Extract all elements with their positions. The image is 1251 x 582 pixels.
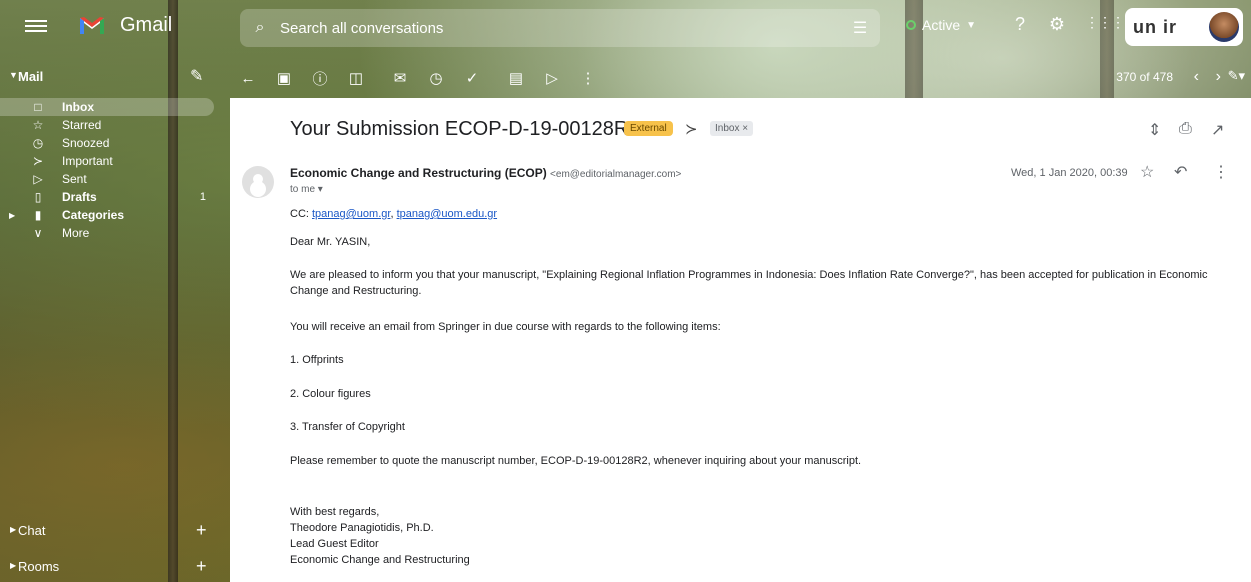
search-icon[interactable]: ⌕ — [240, 19, 280, 37]
sender-address: <em@editorialmanager.com> — [550, 169, 682, 180]
message-toolbar: ← ▣ ⓘ ◫ ✉ ◷ ✓ ▤ ▷ ⋮ 370 of 478 ‹ › ✎▾ — [230, 60, 1251, 96]
archive-icon[interactable]: ▣ — [266, 60, 302, 96]
help-icon[interactable]: ? — [1008, 14, 1032, 35]
apps-grid-icon[interactable]: ⋮⋮⋮ — [1085, 14, 1125, 31]
cc-line: CC: tpanag@uom.gr, tpanag@uom.edu.gr — [290, 208, 498, 220]
list-item: 2. Colour figures — [290, 388, 371, 400]
status-dropdown[interactable]: Active ▼ — [906, 17, 976, 33]
draft-icon: ▯ — [34, 190, 42, 204]
delete-icon[interactable]: ◫ — [338, 60, 374, 96]
add-task-icon[interactable]: ✓ — [454, 60, 490, 96]
avatar[interactable] — [1209, 12, 1239, 42]
caret-right-icon: ▶ — [9, 210, 16, 220]
status-dot-icon — [906, 20, 916, 30]
caret-down-icon: ▼ — [966, 19, 977, 31]
email-date: Wed, 1 Jan 2020, 00:39 — [1011, 167, 1128, 179]
message-view: Your Submission ECOP-D-19-00128R2 Extern… — [230, 98, 1251, 582]
body-paragraph: You will receive an email from Springer … — [290, 321, 721, 333]
status-label: Active — [922, 17, 961, 33]
cc-link[interactable]: tpanag@uom.gr — [312, 208, 390, 220]
top-bar: Gmail ⌕ ☰ Active ▼ ? ⚙ ⋮⋮⋮ un ir — [0, 0, 1251, 54]
sidebar-item-important[interactable]: ≻ Important — [0, 152, 228, 170]
list-item: 1. Offprints — [290, 354, 344, 366]
nav-list: □ Inbox ☆ Starred ◷ Snoozed ≻ Important … — [0, 98, 228, 242]
expand-all-icon[interactable]: ⇕ — [1148, 120, 1161, 140]
list-item: 3. Transfer of Copyright — [290, 421, 405, 433]
add-chat-icon[interactable]: + — [196, 520, 207, 541]
sidebar-item-inbox[interactable]: □ Inbox — [0, 98, 214, 116]
app-name: Gmail — [120, 14, 173, 36]
email-subject: Your Submission ECOP-D-19-00128R2 — [290, 118, 640, 140]
settings-gear-icon[interactable]: ⚙ — [1045, 14, 1069, 35]
sender-line: Economic Change and Restructuring (ECOP)… — [290, 166, 681, 180]
org-logo: un ir — [1133, 16, 1177, 37]
star-icon: ☆ — [32, 118, 44, 132]
label-as-icon[interactable]: ▷ — [534, 60, 570, 96]
drafts-count: 1 — [199, 191, 206, 203]
search-input[interactable] — [280, 19, 840, 37]
body-paragraph: We are pleased to inform you that your m… — [290, 269, 1208, 297]
chat-section[interactable]: ▶ Chat + — [0, 520, 228, 542]
gmail-logo-icon — [80, 17, 104, 34]
recipients-toggle[interactable]: to me ▾ — [290, 184, 323, 195]
inbox-icon: □ — [34, 100, 42, 114]
mail-section-header[interactable]: ▼ Mail ✎ — [0, 62, 228, 90]
sender-name: Economic Change and Restructuring (ECOP) — [290, 166, 547, 180]
signature-line: Theodore Panagiotidis, Ph.D. — [290, 522, 434, 534]
caret-right-icon: ▶ — [10, 525, 17, 534]
reply-icon[interactable]: ↶ — [1174, 162, 1187, 182]
sidebar-item-sent[interactable]: ▷ Sent — [0, 170, 228, 188]
print-icon[interactable]: ⎙ — [1179, 120, 1192, 138]
body-paragraph: Please remember to quote the manuscript … — [290, 455, 862, 467]
main-menu-button[interactable] — [25, 17, 47, 35]
search-bar[interactable]: ⌕ ☰ — [240, 9, 880, 47]
back-arrow-icon[interactable]: ← — [230, 60, 266, 96]
star-icon[interactable]: ☆ — [1140, 162, 1154, 182]
sidebar-item-more[interactable]: ∨ More — [0, 224, 228, 242]
rooms-section[interactable]: ▶ Rooms + — [0, 556, 228, 578]
sender-avatar[interactable] — [242, 166, 274, 198]
account-switcher[interactable]: un ir — [1125, 8, 1243, 46]
cc-link[interactable]: tpanag@uom.edu.gr — [397, 208, 497, 220]
sidebar: ▼ Mail ✎ □ Inbox ☆ Starred ◷ Snoozed ≻ I… — [0, 60, 228, 582]
newer-chevron-icon[interactable]: ‹ — [1194, 68, 1199, 86]
compose-pencil-icon[interactable]: ✎ — [190, 66, 203, 86]
more-options-icon[interactable]: ⋮ — [570, 60, 606, 96]
send-icon: ▷ — [33, 172, 43, 186]
chevron-down-icon: ∨ — [33, 226, 43, 240]
report-spam-icon[interactable]: ⓘ — [302, 60, 338, 96]
sidebar-item-snoozed[interactable]: ◷ Snoozed — [0, 134, 228, 152]
search-options-icon[interactable]: ☰ — [840, 18, 880, 38]
open-new-window-icon[interactable]: ↗ — [1211, 120, 1224, 140]
sidebar-item-starred[interactable]: ☆ Starred — [0, 116, 228, 134]
add-room-icon[interactable]: + — [196, 556, 207, 577]
caret-down-icon: ▼ — [9, 70, 18, 80]
greeting: Dear Mr. YASIN, — [290, 236, 371, 248]
signature-line: Economic Change and Restructuring — [290, 554, 470, 566]
older-chevron-icon[interactable]: › — [1216, 68, 1221, 86]
signature-line: Lead Guest Editor — [290, 538, 379, 550]
signature-line: With best regards, — [290, 506, 380, 518]
sidebar-item-categories[interactable]: ▶ ▮ Categories — [0, 206, 228, 224]
message-count: 370 of 478 — [1116, 70, 1173, 84]
important-icon: ≻ — [32, 154, 44, 168]
important-marker-icon[interactable]: ≻ — [685, 120, 698, 138]
mail-section-label: Mail — [18, 69, 44, 84]
clock-icon: ◷ — [32, 136, 44, 150]
inbox-label-chip[interactable]: Inbox × — [710, 121, 754, 136]
mark-unread-icon[interactable]: ✉ — [382, 60, 418, 96]
external-badge: External — [624, 121, 673, 136]
snooze-icon[interactable]: ◷ — [418, 60, 454, 96]
caret-right-icon: ▶ — [10, 561, 17, 570]
more-vert-icon[interactable]: ⋮ — [1213, 162, 1229, 182]
label-icon: ▮ — [34, 208, 42, 222]
input-tools-icon[interactable]: ✎▾ — [1228, 68, 1245, 84]
sidebar-item-drafts[interactable]: ▯ Drafts 1 — [0, 188, 228, 206]
move-to-icon[interactable]: ▤ — [498, 60, 534, 96]
